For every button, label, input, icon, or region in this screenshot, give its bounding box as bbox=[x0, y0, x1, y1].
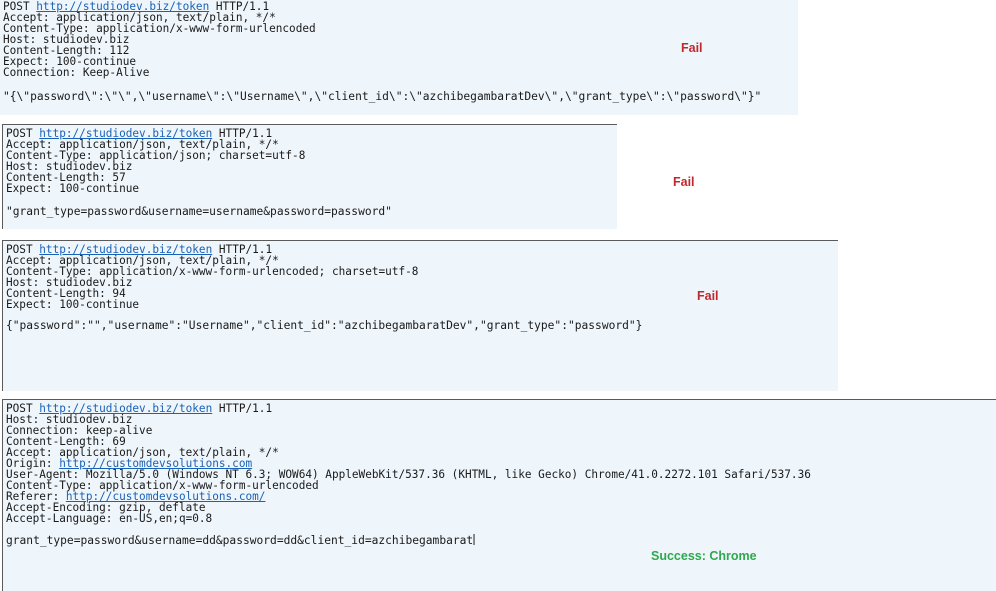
request-headers: POST http://studiodev.biz/token HTTP/1.1… bbox=[6, 401, 836, 525]
header-line: Expect: 100-continue bbox=[6, 297, 140, 311]
request-panel-4: POST http://studiodev.biz/token HTTP/1.1… bbox=[2, 399, 996, 591]
request-panel-1: POST http://studiodev.biz/token HTTP/1.1… bbox=[0, 0, 798, 115]
header-line: Connection: keep-alive bbox=[6, 423, 153, 437]
status-label-fail: Fail bbox=[673, 175, 695, 189]
status-label-fail: Fail bbox=[697, 289, 719, 303]
text-caret bbox=[473, 534, 475, 545]
header-line: Expect: 100-continue bbox=[6, 181, 140, 195]
request-body: "grant_type=password&username=username&p… bbox=[6, 204, 392, 218]
request-body: grant_type=password&username=dd&password… bbox=[6, 533, 474, 547]
header-line: Connection: Keep-Alive bbox=[3, 65, 150, 79]
http-protocol: HTTP/1.1 bbox=[218, 401, 273, 415]
request-body: "{\"password\":\"\",\"username\":\"Usern… bbox=[3, 89, 762, 103]
request-headers: POST http://studiodev.biz/token HTTP/1.1… bbox=[3, 0, 325, 79]
request-body-editor[interactable]: grant_type=password&username=dd&password… bbox=[6, 533, 475, 547]
request-body: {"password":"","username":"Username","cl… bbox=[6, 318, 643, 332]
header-line: Accept-Language: en-US,en;q=0.8 bbox=[6, 511, 213, 525]
request-panel-2: POST http://studiodev.biz/token HTTP/1.1… bbox=[2, 124, 617, 229]
status-label-success: Success: Chrome bbox=[651, 549, 757, 563]
status-label-fail: Fail bbox=[681, 41, 703, 55]
request-headers: POST http://studiodev.biz/token HTTP/1.1… bbox=[6, 243, 431, 311]
request-headers: POST http://studiodev.biz/token HTTP/1.1… bbox=[6, 127, 315, 195]
request-panel-3: POST http://studiodev.biz/token HTTP/1.1… bbox=[2, 240, 838, 391]
